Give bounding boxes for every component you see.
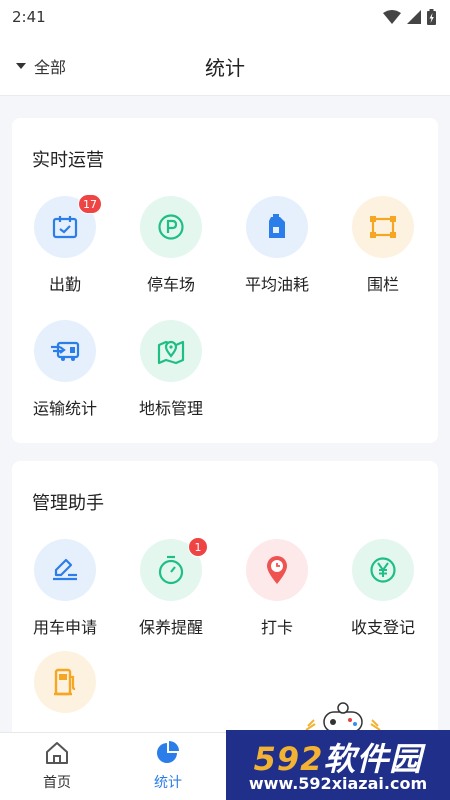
grid-item-income-expense[interactable]: 收支登记 [330, 539, 436, 638]
icon-circle [352, 539, 414, 601]
calendar-check-icon [52, 216, 78, 239]
icon-circle [34, 651, 96, 713]
fence-icon [370, 216, 396, 238]
wifi-icon [383, 10, 401, 24]
icon-circle: 1 [140, 537, 208, 601]
timer-icon [158, 555, 184, 585]
page-title: 统计 [205, 56, 245, 80]
grid-item-maintenance-reminder[interactable]: 1 保养提醒 [118, 537, 224, 638]
status-icons [383, 9, 436, 25]
tab-statistics[interactable]: 统计 [128, 741, 208, 792]
parking-icon [158, 214, 184, 240]
item-label: 停车场 [146, 275, 195, 294]
notification-badge: 1 [188, 537, 208, 557]
battery-icon [427, 9, 436, 25]
filter-dropdown[interactable]: 全部 [16, 54, 66, 78]
pie-chart-icon [157, 741, 179, 763]
fuel-can-icon [269, 214, 285, 238]
tab-home[interactable]: 首页 [17, 741, 97, 792]
watermark-url: www.592xiazai.com [248, 774, 428, 793]
caret-down-icon [16, 63, 26, 69]
filter-label: 全部 [34, 58, 67, 77]
section-title: 实时运营 [32, 150, 104, 171]
item-label: 保养提醒 [138, 618, 203, 637]
item-label: 地标管理 [138, 399, 203, 418]
grid-item-transport-stats[interactable]: 运输统计 [12, 320, 118, 419]
notification-badge: 17 [78, 194, 102, 214]
map-pin-icon [157, 340, 185, 365]
app-header: 全部 统计 [0, 34, 450, 96]
icon-circle [246, 196, 308, 258]
item-label: 打卡 [260, 618, 293, 637]
status-bar: 2:41 [0, 0, 450, 34]
status-time: 2:41 [12, 8, 46, 26]
icon-circle [140, 320, 202, 382]
grid-item-check-in[interactable]: 打卡 [224, 539, 330, 638]
home-icon [46, 742, 68, 764]
tab-label: 首页 [43, 775, 71, 791]
location-clock-icon [267, 556, 287, 584]
icon-circle [246, 539, 308, 601]
item-label: 围栏 [366, 275, 399, 294]
icon-circle: 17 [34, 194, 102, 258]
grid-item-attendance[interactable]: 17 出勤 [12, 194, 118, 295]
edit-pen-icon [53, 558, 77, 581]
watermark-brand-text: 软件园 [323, 740, 423, 778]
item-label: 运输统计 [32, 399, 97, 418]
tab-label: 统计 [154, 775, 182, 791]
grid-item-fuel-consumption[interactable]: 平均油耗 [224, 196, 330, 295]
watermark-number: 592 [253, 740, 324, 778]
icon-circle [34, 320, 96, 382]
signal-icon [407, 10, 421, 24]
fuel-pump-icon [54, 668, 76, 696]
item-label: 用车申请 [32, 618, 97, 637]
realtime-operations-card: 实时运营 17 出勤 停车场 平均油耗 围栏 运输统计 地标管理 [12, 118, 438, 443]
icon-circle [140, 196, 202, 258]
grid-item-landmark-management[interactable]: 地标管理 [118, 320, 224, 419]
grid-item-fuel-pump[interactable] [12, 651, 118, 726]
grid-item-parking[interactable]: 停车场 [118, 196, 224, 295]
watermark-logo: 592软件园 www.592xiazai.com [226, 730, 450, 800]
item-label: 平均油耗 [244, 275, 309, 294]
grid-item-fence[interactable]: 围栏 [330, 196, 436, 295]
item-label: 出勤 [48, 275, 81, 294]
transport-truck-icon [51, 341, 80, 361]
icon-circle [34, 539, 96, 601]
item-label: 收支登记 [350, 618, 415, 637]
section-title: 管理助手 [32, 493, 104, 514]
grid-item-vehicle-request[interactable]: 用车申请 [12, 539, 118, 638]
yen-coin-icon [370, 557, 396, 583]
icon-circle [352, 196, 414, 258]
